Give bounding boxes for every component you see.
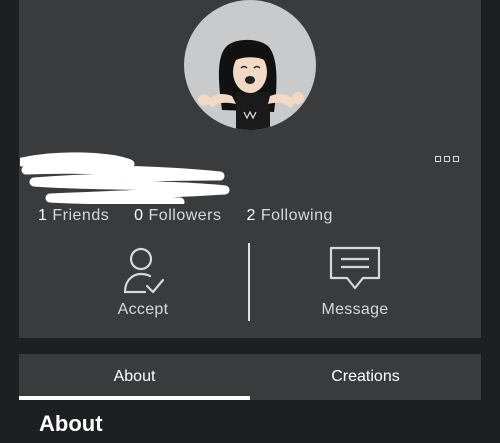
redacted-username [20,152,230,204]
friends-count: 1 [38,207,48,224]
more-dot [444,156,450,162]
message-icon [329,246,381,290]
tab-creations[interactable]: Creations [250,354,481,400]
accept-button[interactable]: Accept [73,244,213,324]
followers-count: 0 [134,207,144,224]
section-title-about: About [39,411,103,436]
message-button[interactable]: Message [285,244,425,324]
friends-stat[interactable]: 1 Friends [38,207,114,224]
more-dot [453,156,459,162]
followers-stat[interactable]: 0 Followers [134,207,226,224]
friends-label: Friends [52,207,110,224]
profile-tabs: About Creations [19,354,481,400]
avatar-figure [198,39,304,130]
following-label: Following [260,207,333,224]
followers-label: Followers [148,207,222,224]
tab-about[interactable]: About [19,354,250,400]
message-label: Message [321,301,389,318]
following-count: 2 [246,207,256,224]
action-divider [248,243,250,321]
person-check-icon [123,247,165,294]
more-dot [435,156,441,162]
following-stat[interactable]: 2 Following [246,207,332,224]
more-options-icon[interactable] [435,156,459,164]
accept-label: Accept [117,301,169,318]
profile-stats: 1 Friends 0 Followers 2 Following [38,207,333,225]
avatar[interactable] [184,0,316,130]
